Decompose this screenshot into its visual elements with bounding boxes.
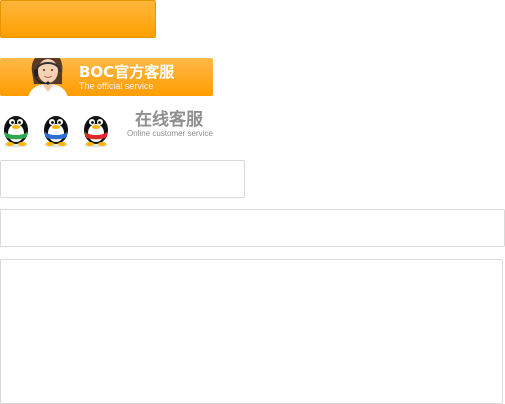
qq-penguin-red-icon[interactable] <box>80 110 112 148</box>
official-service-title: BOC官方客服 <box>79 63 175 81</box>
official-service-banner[interactable]: BOC官方客服 The official service <box>0 58 213 96</box>
message-textarea[interactable] <box>0 259 503 404</box>
text-input-short[interactable] <box>0 160 245 198</box>
online-service-subtitle: Online customer service <box>127 129 213 138</box>
official-service-subtitle: The official service <box>79 81 154 91</box>
qq-penguin-green-icon[interactable] <box>0 110 32 148</box>
online-service-title[interactable]: 在线客服 <box>135 111 203 130</box>
customer-service-agent-icon <box>28 58 68 96</box>
orange-action-button[interactable] <box>0 0 156 38</box>
qq-penguin-blue-icon[interactable] <box>40 110 72 148</box>
text-input-wide[interactable] <box>0 209 505 247</box>
